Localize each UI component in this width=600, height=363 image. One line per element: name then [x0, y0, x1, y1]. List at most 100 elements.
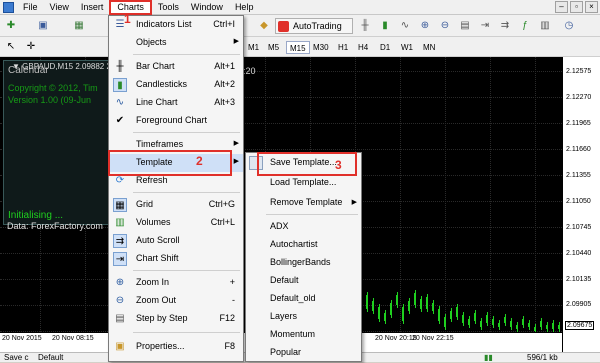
candle	[516, 325, 518, 329]
time-label: 20 Nov 2015	[2, 335, 42, 342]
bar-chart-tool-icon[interactable]: ╫	[358, 19, 372, 33]
cursor-icon[interactable]: ↖	[4, 40, 18, 54]
grid-line	[445, 57, 446, 332]
menu-item-properties[interactable]: ▣ Properties... F8	[109, 338, 243, 356]
menu-item-template-default-old[interactable]: Default_old	[246, 289, 361, 309]
timeframe-m5[interactable]: M5	[265, 41, 282, 54]
menu-item-remove-template[interactable]: Remove Template ▶	[246, 193, 361, 213]
menu-view[interactable]: View	[44, 0, 75, 15]
price-label: 2.11660	[566, 146, 591, 153]
timeframe-m1[interactable]: M1	[245, 41, 262, 54]
restore-button[interactable]: ▫	[570, 1, 583, 13]
annotation-step-2: 2	[196, 154, 203, 168]
grid-line	[535, 57, 536, 332]
annotation-box-save-template	[257, 152, 357, 176]
menu-item-label: Auto Scroll	[136, 235, 180, 245]
standard-toolbar: ✚ ▣ ▦ ◆ AutoTrading ╫ ▮ ∿ ⊕ ⊖ ▤ ⇥ ⇉ ƒ ▥ …	[0, 15, 600, 37]
periods-icon[interactable]: ◷	[562, 19, 576, 33]
submenu-arrow-icon: ▶	[233, 38, 239, 45]
annotation-box-template	[108, 150, 232, 176]
menu-separator	[266, 214, 358, 215]
menu-item-label: Autochartist	[270, 239, 318, 249]
chart-shift-tool-icon[interactable]: ⇥	[478, 19, 492, 33]
candlestick-icon: ▮	[113, 78, 127, 92]
menu-item-template-bollingerbands[interactable]: BollingerBands	[246, 253, 361, 273]
candle	[384, 313, 386, 321]
menu-item-bar-chart[interactable]: ╫ Bar Chart Alt+1	[109, 58, 243, 76]
menu-item-shortcut: F8	[224, 341, 235, 351]
timeframe-h4[interactable]: H4	[355, 41, 371, 54]
menu-item-foreground-chart[interactable]: ✔ Foreground Chart	[109, 112, 243, 130]
menu-item-grid[interactable]: ▦ Grid Ctrl+G	[109, 196, 243, 214]
candle	[498, 323, 500, 327]
zoom-out-tool-icon[interactable]: ⊖	[438, 19, 452, 33]
menu-item-step-by-step[interactable]: ▤ Step by Step F12	[109, 310, 243, 328]
menu-item-template-default[interactable]: Default	[246, 271, 361, 291]
menu-item-zoom-in[interactable]: ⊕ Zoom In +	[109, 274, 243, 292]
price-scale: 2.12575 2.12270 2.11965 2.11660 2.11355 …	[562, 57, 600, 352]
candle	[390, 303, 392, 315]
zoom-out-icon: ⊖	[115, 295, 125, 306]
menu-help[interactable]: Help	[229, 0, 260, 15]
menu-item-shortcut: Ctrl+L	[210, 217, 235, 227]
menu-item-zoom-out[interactable]: ⊖ Zoom Out -	[109, 292, 243, 310]
candle	[420, 299, 422, 309]
menu-item-shortcut: +	[229, 277, 235, 287]
menu-separator	[133, 132, 240, 133]
menu-item-label: Momentum	[270, 329, 316, 339]
menu-item-load-template[interactable]: Load Template...	[246, 173, 361, 193]
menu-item-volumes[interactable]: ▥ Volumes Ctrl+L	[109, 214, 243, 232]
menu-item-template-layers[interactable]: Layers	[246, 307, 361, 327]
new-order-icon[interactable]: ◆	[257, 19, 271, 33]
submenu-arrow-icon: ▶	[351, 199, 357, 206]
timeframe-d1[interactable]: D1	[377, 41, 393, 54]
menu-item-auto-scroll[interactable]: ⇉ Auto Scroll	[109, 232, 243, 250]
menu-tools[interactable]: Tools	[152, 0, 185, 15]
autotrading-button[interactable]: AutoTrading	[275, 18, 353, 34]
market-watch-icon[interactable]: ▦	[72, 19, 86, 33]
menu-item-template-adx[interactable]: ADX	[246, 217, 361, 237]
timeframe-m30[interactable]: M30	[310, 41, 332, 54]
candlestick-tool-icon[interactable]: ▮	[378, 19, 392, 33]
charts-menu: ☰ Indicators List Ctrl+I Objects ▶ ╫ Bar…	[108, 15, 244, 362]
menu-item-label: Candlesticks	[136, 79, 188, 89]
timeframe-m15[interactable]: M15	[286, 41, 310, 54]
tile-windows-icon[interactable]: ▤	[458, 19, 472, 33]
profiles-icon[interactable]: ▣	[36, 19, 50, 33]
menu-item-line-chart[interactable]: ∿ Line Chart Alt+3	[109, 94, 243, 112]
menu-item-chart-shift[interactable]: ⇥ Chart Shift	[109, 250, 243, 268]
crosshair-icon[interactable]: ✛	[24, 40, 38, 54]
autoscroll-tool-icon[interactable]: ⇉	[498, 19, 512, 33]
current-price-label: 2.09675	[565, 321, 595, 330]
zoom-in-tool-icon[interactable]: ⊕	[418, 19, 432, 33]
timeframe-w1[interactable]: W1	[398, 41, 416, 54]
candle	[450, 311, 452, 319]
timeframe-mn[interactable]: MN	[420, 41, 438, 54]
chart-shift-icon: ⇥	[113, 252, 127, 266]
indicators-tool-icon[interactable]: ƒ	[518, 19, 532, 33]
candle	[540, 321, 542, 327]
close-button[interactable]: ×	[585, 1, 598, 13]
menu-item-candlesticks[interactable]: ▮ Candlesticks Alt+2	[109, 76, 243, 94]
menu-item-template-popular[interactable]: Popular	[246, 343, 361, 363]
properties-icon: ▣	[115, 341, 125, 352]
menu-item-objects[interactable]: Objects ▶	[109, 34, 243, 52]
menu-item-template-momentum[interactable]: Momentum	[246, 325, 361, 345]
templates-tool-icon[interactable]: ▥	[538, 19, 552, 33]
menubar: File View Insert Charts Tools Window Hel…	[0, 0, 600, 15]
line-chart-tool-icon[interactable]: ∿	[398, 19, 412, 33]
menu-window[interactable]: Window	[185, 0, 229, 15]
menu-insert[interactable]: Insert	[75, 0, 110, 15]
minimize-button[interactable]: –	[555, 1, 568, 13]
menu-item-shortcut: Ctrl+G	[208, 199, 235, 209]
candle	[402, 307, 404, 321]
price-label: 2.11355	[566, 172, 591, 179]
timeframe-h1[interactable]: H1	[335, 41, 351, 54]
candle	[534, 327, 536, 331]
new-chart-icon[interactable]: ✚	[4, 19, 18, 33]
menu-file[interactable]: File	[17, 0, 44, 15]
menu-item-label: Properties...	[136, 341, 185, 351]
menu-item-label: Layers	[270, 311, 298, 321]
time-label: 20 Nov 20:15	[375, 335, 417, 342]
menu-item-template-autochartist[interactable]: Autochartist	[246, 235, 361, 255]
